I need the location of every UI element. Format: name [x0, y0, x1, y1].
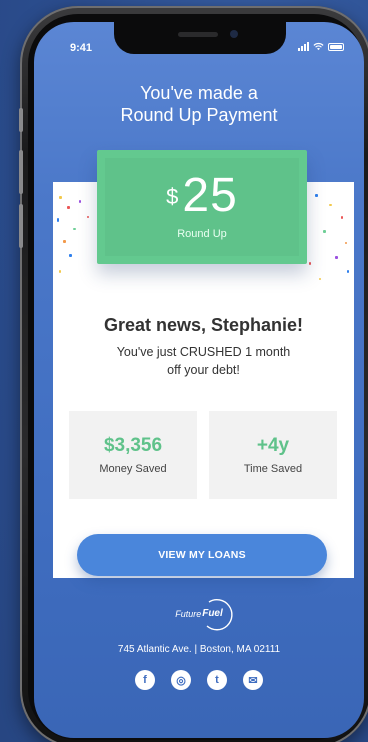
- greeting-subtext: You've just CRUSHED 1 month off your deb…: [53, 343, 354, 379]
- page-title: You've made a Round Up Payment: [34, 82, 364, 126]
- futurefuel-logo: Future Fuel: [34, 599, 364, 631]
- time-saved-value: +4y: [256, 435, 290, 456]
- mute-switch: [19, 108, 23, 132]
- confetti-piece: [63, 240, 66, 243]
- confetti-piece: [59, 270, 61, 273]
- time-saved-label: Time Saved: [243, 463, 303, 475]
- time-saved-stat: +4y Time Saved: [209, 411, 337, 499]
- battery-icon: [328, 43, 344, 51]
- confetti-piece: [67, 206, 70, 209]
- front-camera: [230, 30, 238, 38]
- speaker: [178, 32, 218, 37]
- status-icons: [298, 42, 344, 51]
- confetti-piece: [335, 256, 338, 259]
- confetti-piece: [329, 204, 332, 206]
- confetti-piece: [79, 200, 81, 203]
- payment-caption: Round Up: [177, 228, 227, 240]
- money-saved-label: Money Saved: [99, 463, 167, 475]
- social-links: f ◎ t ✉: [34, 670, 364, 690]
- instagram-icon[interactable]: ◎: [171, 670, 191, 690]
- confetti-piece: [319, 278, 321, 280]
- notch: [114, 22, 286, 54]
- phone-screen: 9:41 You've made a Round Up Payment Grea…: [34, 22, 364, 738]
- confetti-piece: [341, 216, 343, 219]
- title-line-1: You've made a: [140, 83, 258, 103]
- title-line-2: Round Up Payment: [120, 105, 278, 125]
- facebook-icon[interactable]: f: [135, 670, 155, 690]
- confetti-piece: [347, 270, 349, 273]
- email-icon[interactable]: ✉: [243, 670, 263, 690]
- confetti-piece: [59, 196, 62, 199]
- view-my-loans-button[interactable]: VIEW MY LOANS: [77, 534, 327, 576]
- confetti-piece: [315, 194, 318, 197]
- currency-symbol: $: [166, 184, 179, 209]
- company-address: 745 Atlantic Ave. | Boston, MA 02111: [117, 644, 281, 655]
- status-time: 9:41: [70, 42, 93, 54]
- greeting-heading: Great news, Stephanie!: [103, 315, 304, 335]
- payment-amount: 25: [182, 169, 238, 222]
- confetti-piece: [69, 254, 72, 257]
- logo-future-text: Future: [175, 608, 202, 619]
- confetti-piece: [323, 230, 326, 233]
- twitter-icon[interactable]: t: [207, 670, 227, 690]
- confetti-piece: [87, 216, 89, 218]
- money-saved-value: $3,356: [103, 435, 163, 456]
- round-up-amount-card: $ 25 Round Up: [97, 150, 307, 264]
- money-saved-stat: $3,356 Money Saved: [69, 411, 197, 499]
- signal-icon: [298, 42, 309, 51]
- subtext-line-1: You've just CRUSHED 1 month: [116, 345, 291, 359]
- volume-up-button: [19, 150, 23, 194]
- wifi-icon: [313, 42, 324, 51]
- confetti-piece: [345, 242, 347, 244]
- subtext-line-2: off your debt!: [167, 363, 240, 377]
- confetti-piece: [309, 262, 311, 265]
- confetti-piece: [57, 218, 59, 222]
- logo-wordmark: Future Fuel: [175, 599, 233, 631]
- confetti-piece: [73, 228, 76, 230]
- logo-arc-icon: [206, 599, 233, 631]
- volume-down-button: [19, 204, 23, 248]
- amount-line: $ 25: [97, 166, 307, 226]
